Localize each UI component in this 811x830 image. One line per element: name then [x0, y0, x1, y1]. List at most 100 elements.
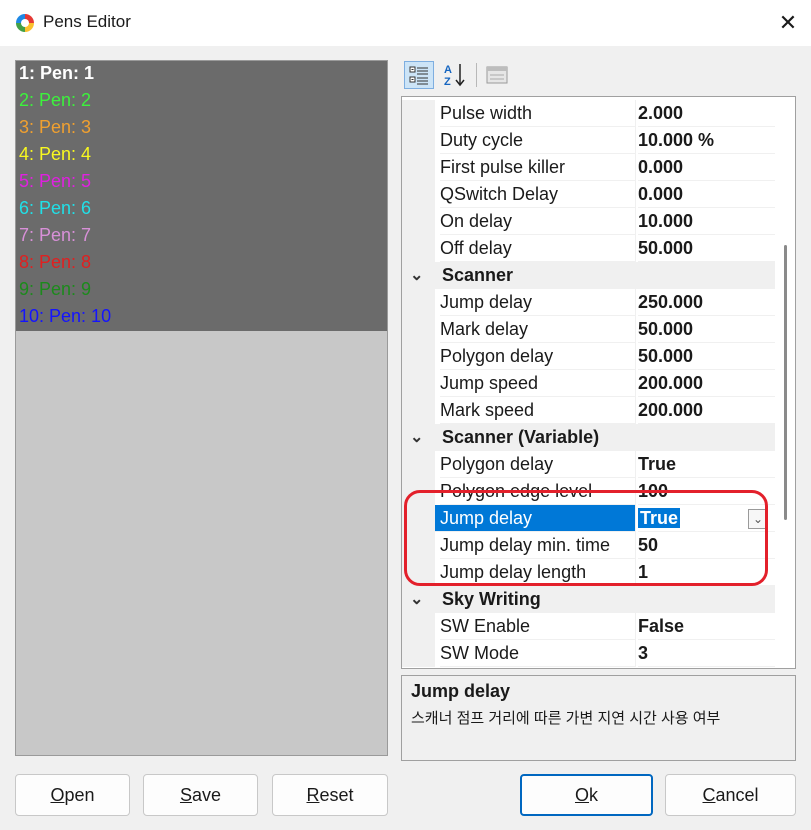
row-margin [402, 208, 435, 235]
property-value[interactable]: True [638, 451, 775, 478]
property-row[interactable]: Polygon edge level 100 [402, 478, 775, 505]
chevron-down-icon[interactable]: ⌄ [410, 424, 423, 451]
row-margin [402, 316, 435, 343]
property-row[interactable]: Polygon delay 50.000 [402, 343, 775, 370]
save-button[interactable]: Save [143, 774, 258, 816]
property-name: Polygon delay [440, 343, 635, 370]
chevron-down-icon[interactable]: ⌄ [410, 262, 423, 289]
category-row[interactable]: ⌄ Sky Writing [402, 586, 775, 613]
column-separator [635, 640, 636, 667]
row-margin [402, 613, 435, 640]
property-name: QSwitch Delay [440, 181, 635, 208]
alphabetical-sort-button[interactable]: A Z [440, 61, 470, 89]
pen-list-item[interactable]: 8: Pen: 8 [19, 249, 91, 276]
property-value[interactable]: 50.000 [638, 316, 775, 343]
row-margin [402, 478, 435, 505]
category-row[interactable]: ⌄ Scanner (Variable) [402, 424, 775, 451]
svg-text:A: A [444, 64, 452, 76]
property-value-text: 50.000 [638, 319, 694, 339]
property-name: Jump delay min. time [440, 532, 635, 559]
pen-list-item[interactable]: 7: Pen: 7 [19, 222, 91, 249]
property-row[interactable]: Jump delay 250.000 [402, 289, 775, 316]
categorized-view-button[interactable] [404, 61, 434, 89]
property-row[interactable]: SW Enable False [402, 613, 775, 640]
property-row[interactable]: On delay 10.000 [402, 208, 775, 235]
property-name: On delay [440, 208, 635, 235]
property-pages-button[interactable] [482, 61, 512, 89]
pen-list-item[interactable]: 5: Pen: 5 [19, 168, 91, 195]
property-value[interactable]: 3 [638, 640, 775, 667]
property-grid-scrollbar[interactable] [775, 97, 795, 668]
property-value-text: True [638, 508, 681, 528]
property-value[interactable]: 10.000 [638, 208, 775, 235]
categorized-icon [409, 66, 428, 85]
cancel-button[interactable]: Cancel [665, 774, 796, 816]
column-separator [635, 181, 636, 208]
property-row-selected[interactable]: Jump delay True ⌄ [402, 505, 775, 532]
property-row[interactable]: Pulse width 2.000 [402, 100, 775, 127]
pen-list-item[interactable]: 9: Pen: 9 [19, 276, 91, 303]
property-value[interactable]: 0.000 [638, 181, 775, 208]
row-margin [402, 343, 435, 370]
ok-button[interactable]: Ok [520, 774, 653, 816]
scrollbar-thumb[interactable] [784, 245, 787, 520]
property-row[interactable]: Mark speed 200.000 [402, 397, 775, 424]
pen-list-item[interactable]: 10: Pen: 10 [19, 303, 111, 330]
property-value-text: 200.000 [638, 400, 704, 420]
property-name: Jump delay length [440, 559, 635, 586]
property-value[interactable]: False [638, 613, 775, 640]
property-value[interactable]: 50 [638, 532, 775, 559]
property-value[interactable]: 50.000 [638, 235, 775, 262]
chevron-down-icon[interactable]: ⌄ [410, 586, 423, 613]
property-row[interactable]: QSwitch Delay 0.000 [402, 181, 775, 208]
property-value[interactable]: 1 [638, 559, 775, 586]
close-button[interactable]: ✕ [765, 0, 811, 46]
column-separator [635, 235, 636, 262]
row-margin [402, 100, 435, 127]
row-margin [402, 127, 435, 154]
property-pages-icon [486, 66, 508, 84]
property-value[interactable]: 2.000 [638, 100, 775, 127]
column-separator [635, 397, 636, 424]
reset-button[interactable]: Reset [272, 774, 388, 816]
svg-text:Z: Z [444, 76, 451, 88]
property-value[interactable]: 100 [638, 478, 775, 505]
window-title: Pens Editor [43, 12, 131, 31]
pen-list-item[interactable]: 1: Pen: 1 [19, 60, 94, 87]
property-value[interactable]: 200.000 [638, 370, 775, 397]
row-margin [402, 154, 435, 181]
property-row[interactable]: Off delay 50.000 [402, 235, 775, 262]
property-value[interactable]: 50.000 [638, 343, 775, 370]
property-value[interactable]: 200.000 [638, 397, 775, 424]
dropdown-button[interactable]: ⌄ [748, 509, 768, 529]
row-margin [402, 289, 435, 316]
open-button[interactable]: Open [15, 774, 130, 816]
property-row[interactable]: Polygon delay True [402, 451, 775, 478]
property-row[interactable]: Mark delay 50.000 [402, 316, 775, 343]
column-separator [635, 559, 636, 586]
property-value[interactable]: 250.000 [638, 289, 775, 316]
property-row[interactable]: Jump delay length 1 [402, 559, 775, 586]
property-value-text: False [638, 616, 685, 636]
property-row[interactable]: First pulse killer 0.000 [402, 154, 775, 181]
property-row[interactable]: Jump speed 200.000 [402, 370, 775, 397]
category-row[interactable]: ⌄ Scanner [402, 262, 775, 289]
property-value[interactable]: 10.000 % [638, 127, 775, 154]
property-value-text: 50.000 [638, 238, 694, 258]
pen-list-item[interactable]: 6: Pen: 6 [19, 195, 91, 222]
property-name: Jump delay [435, 505, 635, 532]
row-margin [402, 451, 435, 478]
property-grid[interactable]: Pulse width 2.000 Duty cycle 10.000 % First … [401, 96, 796, 669]
help-panel: Jump delay 스캐너 점프 거리에 따른 가변 지연 시간 사용 여부 [401, 675, 796, 761]
pen-list[interactable]: 1: Pen: 1 2: Pen: 2 3: Pen: 3 4: Pen: 4 5: P… [15, 60, 388, 756]
property-value-text: 3 [638, 643, 649, 663]
property-row[interactable]: Duty cycle 10.000 % [402, 127, 775, 154]
pen-list-item[interactable]: 2: Pen: 2 [19, 87, 91, 114]
property-name: Polygon edge level [440, 478, 635, 505]
property-row[interactable]: Jump delay min. time 50 [402, 532, 775, 559]
property-value[interactable]: 0.000 [638, 154, 775, 181]
property-row[interactable]: SW Mode 3 [402, 640, 775, 667]
column-separator [635, 451, 636, 478]
pen-list-item[interactable]: 4: Pen: 4 [19, 141, 91, 168]
pen-list-item[interactable]: 3: Pen: 3 [19, 114, 91, 141]
